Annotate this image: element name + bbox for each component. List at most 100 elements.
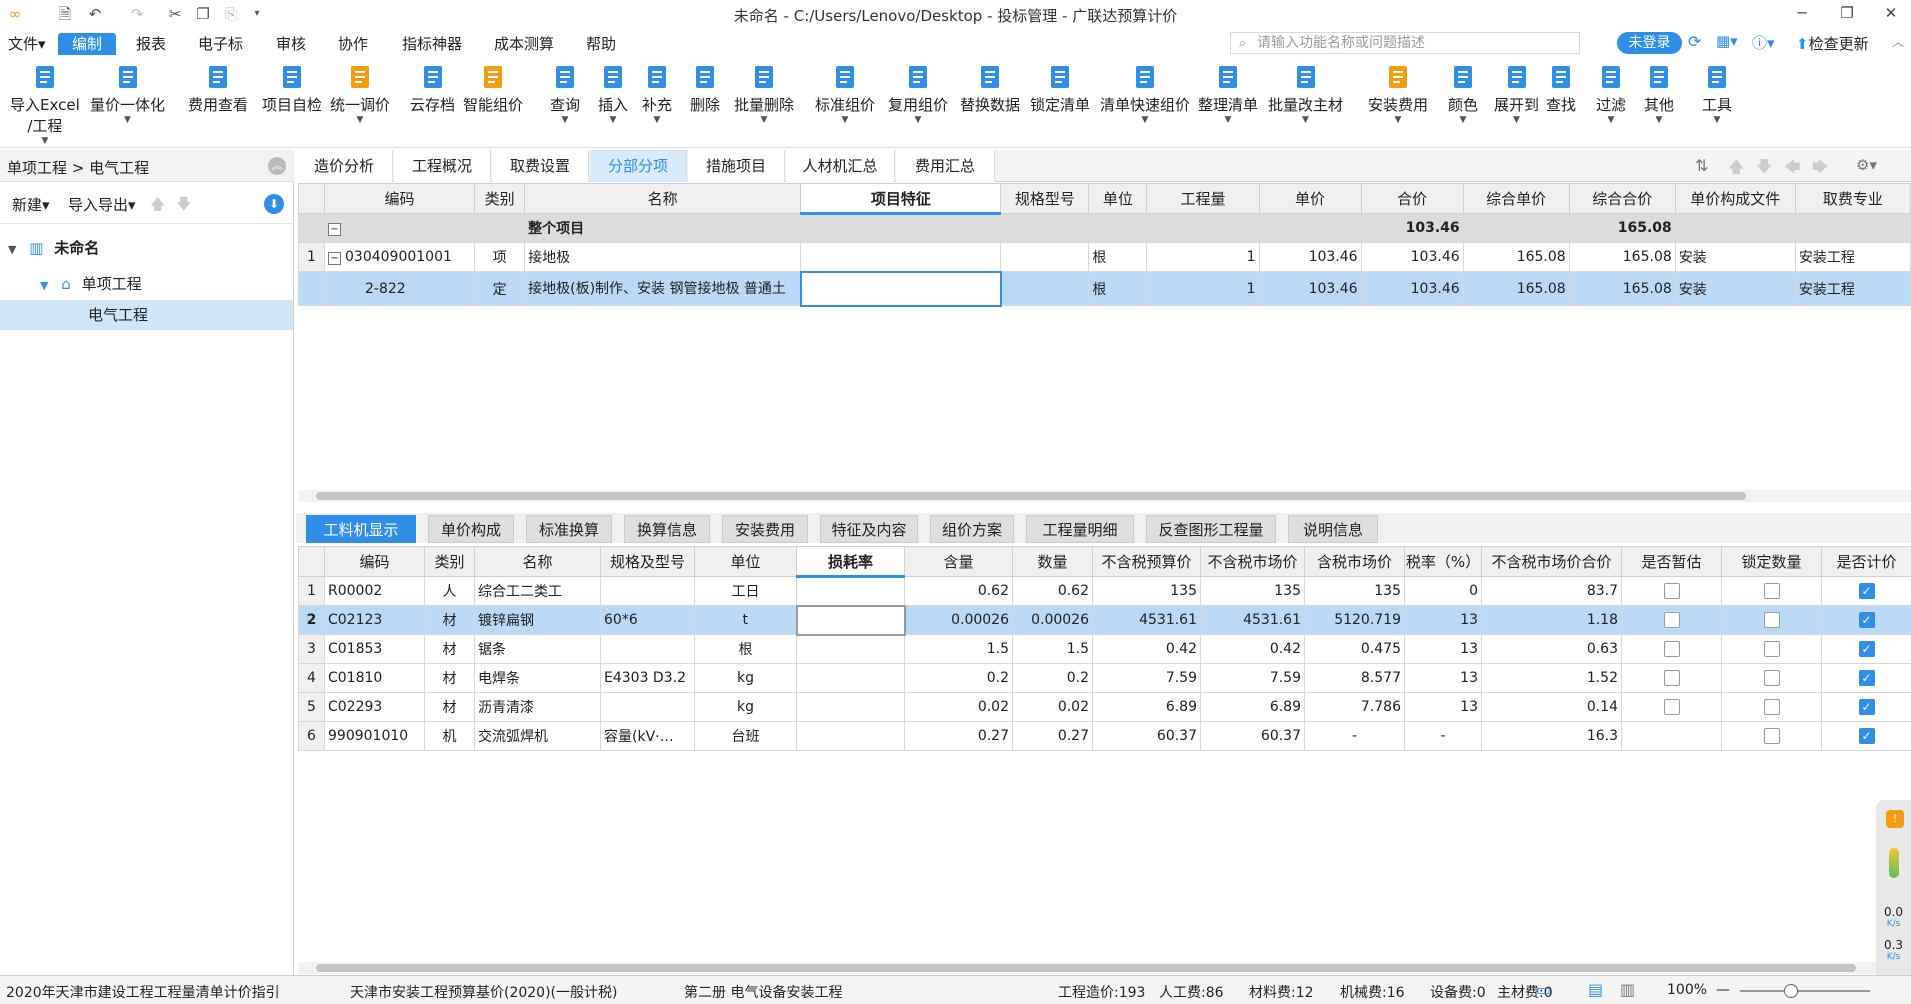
column-header[interactable]: 规格型号 <box>1000 183 1090 214</box>
tool-find-button[interactable]: 查找 <box>1546 62 1576 115</box>
estimate-checkbox[interactable] <box>1663 583 1680 599</box>
zoom-out-icon[interactable]: — <box>1716 982 1730 998</box>
tab-detail-9[interactable]: 说明信息 <box>1288 515 1378 543</box>
zoom-slider[interactable] <box>1740 984 1870 998</box>
tool-other-button[interactable]: 其他 ▼ <box>1644 62 1674 125</box>
table-row[interactable]: 2 C02123 材镀锌扁钢 60*6 t 0.00026 0.00026 4531.61 45… <box>298 604 1911 636</box>
menu-help[interactable]: 帮助 <box>578 33 624 55</box>
check-update-button[interactable]: ⬆检查更新 <box>1796 33 1869 54</box>
priced-checkbox[interactable]: ✓ <box>1858 699 1875 715</box>
column-header[interactable]: 编码 <box>324 183 476 214</box>
info-icon[interactable]: ⓘ▾ <box>1752 32 1775 53</box>
tool-batch-delete-button[interactable]: 批量删除 ▼ <box>734 62 794 125</box>
dropdown-arrow-icon[interactable]: ▼ <box>550 115 580 125</box>
column-header[interactable]: 是否计价 <box>1821 546 1911 577</box>
column-header[interactable]: 编码 <box>324 546 425 577</box>
tool-import-excel-button[interactable]: 导入Excel/工程 ▼ <box>10 62 80 146</box>
tab-main-0[interactable]: 造价分析 <box>296 150 393 182</box>
tool-reuse-price-button[interactable]: 复用组价 ▼ <box>888 62 948 125</box>
tab-detail-5[interactable]: 特征及内容 <box>820 515 918 543</box>
tool-standard-price-button[interactable]: 标准组价 ▼ <box>815 62 875 125</box>
collapse-icon[interactable]: − <box>328 252 342 265</box>
import-export-button[interactable]: 导入导出▾ <box>68 194 136 215</box>
dropdown-arrow-icon[interactable]: ▼ <box>10 136 80 146</box>
dropdown-arrow-icon[interactable]: ▼ <box>815 115 875 125</box>
column-header[interactable]: 工程量 <box>1146 183 1260 214</box>
estimate-checkbox[interactable] <box>1663 612 1680 628</box>
arrow-right-icon[interactable]: 🡆 <box>1812 156 1829 183</box>
search-input[interactable]: ⌕ 请输入功能名称或问题描述 <box>1230 32 1580 54</box>
column-header[interactable]: 税率（%） <box>1404 546 1482 577</box>
tree-item-single-project[interactable]: ▼ ⌂ 单项工程 <box>40 269 142 299</box>
column-header[interactable]: 不含税市场价合价 <box>1481 546 1622 577</box>
column-header[interactable]: 合价 <box>1360 183 1464 214</box>
column-header[interactable]: 锁定数量 <box>1721 546 1822 577</box>
column-header[interactable]: 含量 <box>904 546 1013 577</box>
tab-detail-1[interactable]: 单价构成 <box>428 515 514 543</box>
dropdown-arrow-icon[interactable]: ▼ <box>888 115 948 125</box>
estimate-checkbox[interactable] <box>1663 670 1680 686</box>
arrow-left-icon[interactable]: 🡄 <box>1784 156 1801 183</box>
scroll-thumb[interactable] <box>316 964 1856 972</box>
column-header[interactable]: 规格及型号 <box>600 546 695 577</box>
tool-filter-button[interactable]: 过滤 ▼ <box>1596 62 1626 125</box>
tool-color-button[interactable]: 颜色 ▼ <box>1448 62 1478 125</box>
collapse-panel-icon[interactable]: ︽ <box>268 157 286 175</box>
close-button[interactable]: ✕ <box>1874 2 1908 24</box>
dropdown-arrow-icon[interactable]: ▼ <box>1494 115 1539 125</box>
tab-main-5[interactable]: 人材机汇总 <box>786 150 895 182</box>
minimize-button[interactable]: ─ <box>1785 2 1819 24</box>
tab-detail-2[interactable]: 标准换算 <box>526 515 612 543</box>
tool-insert-button[interactable]: 插入 ▼ <box>598 62 628 125</box>
cell-loss[interactable] <box>796 634 905 664</box>
dropdown-arrow-icon[interactable]: ▼ <box>598 115 628 125</box>
priced-checkbox[interactable]: ✓ <box>1858 728 1875 744</box>
column-header[interactable]: 综合合价 <box>1568 183 1676 214</box>
column-header[interactable]: 含税市场价 <box>1304 546 1405 577</box>
tool-expand-button[interactable]: 展开到 ▼ <box>1494 62 1539 125</box>
column-header[interactable]: 不含税市场价 <box>1200 546 1305 577</box>
cell-loss[interactable] <box>796 576 905 606</box>
menu-cost-calc[interactable]: 成本测算 <box>486 33 562 55</box>
arrow-up-icon[interactable]: 🡅 <box>1728 156 1744 183</box>
lock-qty-checkbox[interactable] <box>1763 641 1780 657</box>
tool-tools-button[interactable]: 工具 ▼ <box>1702 62 1732 125</box>
tool-cloud-save-button[interactable]: 云存档 <box>410 62 455 115</box>
priced-checkbox[interactable]: ✓ <box>1858 583 1875 599</box>
tool-self-check-button[interactable]: 项目自检 <box>262 62 322 115</box>
priced-checkbox[interactable]: ✓ <box>1858 670 1875 686</box>
tab-detail-8[interactable]: 反查图形工程量 <box>1146 515 1276 543</box>
lower-horizontal-scrollbar[interactable] <box>298 962 1876 974</box>
tab-main-2[interactable]: 取费设置 <box>492 150 589 182</box>
dropdown-arrow-icon[interactable]: ▼ <box>90 115 165 125</box>
column-header[interactable]: 综合单价 <box>1462 183 1570 214</box>
tree-expand-icon[interactable]: ▼ <box>40 279 48 292</box>
table-row[interactable]: 6 990901010 机交流弧焊机 容量(kV·… 台班 0.27 0.27 60.37 60… <box>298 721 1911 751</box>
view-icon[interactable]: ▭ <box>1536 980 1551 999</box>
tool-supplement-button[interactable]: 补充 ▼ <box>642 62 672 125</box>
dropdown-arrow-icon[interactable]: ▼ <box>1644 115 1674 125</box>
table-row[interactable]: 2-822 定接地极(板)制作、安装 钢管接地极 普通土根 1 103.46 103.4… <box>297 270 1911 307</box>
column-header[interactable]: 数量 <box>1012 546 1093 577</box>
tool-lock-list-button[interactable]: 锁定清单 <box>1030 62 1090 115</box>
cell-feature[interactable] <box>799 270 1002 307</box>
table-row[interactable]: 5 C02293 材沥青清漆 kg 0.02 0.02 6.89 6.89 7.786 13 0.1… <box>298 692 1911 722</box>
menu-review[interactable]: 审核 <box>268 33 314 55</box>
cell-feature[interactable] <box>800 242 1002 272</box>
column-header[interactable]: 取费专业 <box>1794 183 1911 214</box>
sync-icon[interactable]: ⟳ <box>1688 32 1701 51</box>
table-row[interactable]: 1 R00002 人综合工二类工 工日 0.62 0.62 135 135 135 0 83.7 ✓ <box>298 576 1911 606</box>
login-button[interactable]: 未登录 <box>1617 32 1682 54</box>
tool-replace-data-button[interactable]: 替换数据 <box>960 62 1020 115</box>
tab-detail-3[interactable]: 换算信息 <box>624 515 710 543</box>
tab-detail-4[interactable]: 安装费用 <box>722 515 808 543</box>
collapse-icon[interactable]: − <box>328 223 342 236</box>
tab-main-4[interactable]: 措施项目 <box>688 150 785 182</box>
tab-main-3[interactable]: 分部分项 <box>590 150 687 182</box>
network-speed-widget[interactable]: ! 0.0 K/s 0.3 K/s <box>1876 800 1911 1000</box>
priced-checkbox[interactable]: ✓ <box>1858 612 1875 628</box>
restore-button[interactable]: ❐ <box>1830 2 1864 24</box>
lock-qty-checkbox[interactable] <box>1763 728 1780 744</box>
column-header[interactable]: 不含税预算价 <box>1092 546 1201 577</box>
dropdown-arrow-icon[interactable]: ▼ <box>1368 115 1428 125</box>
